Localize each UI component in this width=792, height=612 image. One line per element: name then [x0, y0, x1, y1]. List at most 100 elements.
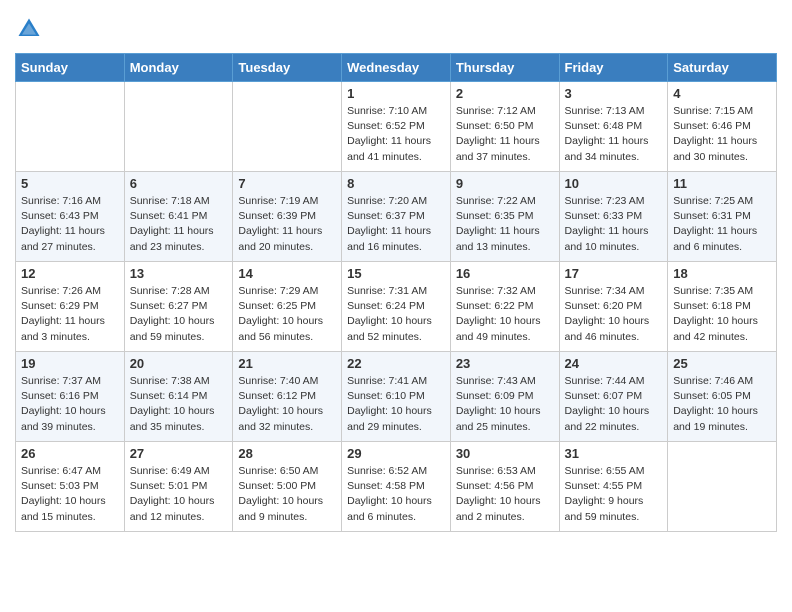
- calendar-cell: 15 Sunrise: 7:31 AMSunset: 6:24 PMDayligh…: [342, 262, 451, 352]
- cell-info: Sunrise: 7:15 AMSunset: 6:46 PMDaylight:…: [673, 104, 771, 165]
- calendar-cell: 23 Sunrise: 7:43 AMSunset: 6:09 PMDayligh…: [450, 352, 559, 442]
- calendar-cell: 12 Sunrise: 7:26 AMSunset: 6:29 PMDayligh…: [16, 262, 125, 352]
- cell-info: Sunrise: 7:34 AMSunset: 6:20 PMDaylight:…: [565, 284, 663, 345]
- logo-icon: [15, 15, 43, 43]
- cell-info: Sunrise: 7:28 AMSunset: 6:27 PMDaylight:…: [130, 284, 228, 345]
- date-number: 21: [238, 356, 336, 371]
- calendar-cell: 24 Sunrise: 7:44 AMSunset: 6:07 PMDayligh…: [559, 352, 668, 442]
- calendar-cell: 3 Sunrise: 7:13 AMSunset: 6:48 PMDaylight…: [559, 82, 668, 172]
- calendar-cell: 30 Sunrise: 6:53 AMSunset: 4:56 PMDayligh…: [450, 442, 559, 532]
- date-number: 5: [21, 176, 119, 191]
- calendar-cell: 11 Sunrise: 7:25 AMSunset: 6:31 PMDayligh…: [668, 172, 777, 262]
- cell-info: Sunrise: 7:31 AMSunset: 6:24 PMDaylight:…: [347, 284, 445, 345]
- cell-info: Sunrise: 7:37 AMSunset: 6:16 PMDaylight:…: [21, 374, 119, 435]
- calendar-cell: [668, 442, 777, 532]
- date-number: 15: [347, 266, 445, 281]
- date-number: 10: [565, 176, 663, 191]
- calendar-cell: 18 Sunrise: 7:35 AMSunset: 6:18 PMDayligh…: [668, 262, 777, 352]
- cell-info: Sunrise: 7:20 AMSunset: 6:37 PMDaylight:…: [347, 194, 445, 255]
- date-number: 26: [21, 446, 119, 461]
- calendar-cell: 4 Sunrise: 7:15 AMSunset: 6:46 PMDaylight…: [668, 82, 777, 172]
- calendar-cell: 14 Sunrise: 7:29 AMSunset: 6:25 PMDayligh…: [233, 262, 342, 352]
- cell-info: Sunrise: 7:10 AMSunset: 6:52 PMDaylight:…: [347, 104, 445, 165]
- date-number: 28: [238, 446, 336, 461]
- calendar-cell: 31Sunrise: 6:55 AMSunset: 4:55 PMDayligh…: [559, 442, 668, 532]
- calendar-cell: 28 Sunrise: 6:50 AMSunset: 5:00 PMDayligh…: [233, 442, 342, 532]
- day-header-friday: Friday: [559, 54, 668, 82]
- calendar-cell: 1 Sunrise: 7:10 AMSunset: 6:52 PMDaylight…: [342, 82, 451, 172]
- cell-info: Sunrise: 6:52 AMSunset: 4:58 PMDaylight:…: [347, 464, 445, 525]
- cell-info: Sunrise: 7:22 AMSunset: 6:35 PMDaylight:…: [456, 194, 554, 255]
- calendar-cell: 22 Sunrise: 7:41 AMSunset: 6:10 PMDayligh…: [342, 352, 451, 442]
- calendar-cell: 9 Sunrise: 7:22 AMSunset: 6:35 PMDaylight…: [450, 172, 559, 262]
- cell-info: Sunrise: 7:13 AMSunset: 6:48 PMDaylight:…: [565, 104, 663, 165]
- calendar-cell: [16, 82, 125, 172]
- date-number: 16: [456, 266, 554, 281]
- date-number: 2: [456, 86, 554, 101]
- date-number: 8: [347, 176, 445, 191]
- cell-info: Sunrise: 6:47 AMSunset: 5:03 PMDaylight:…: [21, 464, 119, 525]
- cell-info: Sunrise: 7:38 AMSunset: 6:14 PMDaylight:…: [130, 374, 228, 435]
- calendar-cell: 5 Sunrise: 7:16 AMSunset: 6:43 PMDaylight…: [16, 172, 125, 262]
- day-header-wednesday: Wednesday: [342, 54, 451, 82]
- day-header-monday: Monday: [124, 54, 233, 82]
- date-number: 23: [456, 356, 554, 371]
- date-number: 20: [130, 356, 228, 371]
- calendar-cell: [124, 82, 233, 172]
- calendar-cell: 16 Sunrise: 7:32 AMSunset: 6:22 PMDayligh…: [450, 262, 559, 352]
- calendar-cell: 25 Sunrise: 7:46 AMSunset: 6:05 PMDayligh…: [668, 352, 777, 442]
- cell-info: Sunrise: 7:40 AMSunset: 6:12 PMDaylight:…: [238, 374, 336, 435]
- date-number: 25: [673, 356, 771, 371]
- calendar-cell: 29Sunrise: 6:52 AMSunset: 4:58 PMDayligh…: [342, 442, 451, 532]
- cell-info: Sunrise: 7:44 AMSunset: 6:07 PMDaylight:…: [565, 374, 663, 435]
- calendar-cell: [233, 82, 342, 172]
- calendar-cell: 26 Sunrise: 6:47 AMSunset: 5:03 PMDayligh…: [16, 442, 125, 532]
- date-number: 12: [21, 266, 119, 281]
- cell-info: Sunrise: 7:12 AMSunset: 6:50 PMDaylight:…: [456, 104, 554, 165]
- date-number: 14: [238, 266, 336, 281]
- calendar-cell: 8 Sunrise: 7:20 AMSunset: 6:37 PMDaylight…: [342, 172, 451, 262]
- cell-info: Sunrise: 7:16 AMSunset: 6:43 PMDaylight:…: [21, 194, 119, 255]
- calendar-cell: 7Sunrise: 7:19 AMSunset: 6:39 PMDaylight…: [233, 172, 342, 262]
- date-number: 31: [565, 446, 663, 461]
- date-number: 11: [673, 176, 771, 191]
- date-number: 19: [21, 356, 119, 371]
- calendar-cell: 27 Sunrise: 6:49 AMSunset: 5:01 PMDayligh…: [124, 442, 233, 532]
- cell-info: Sunrise: 7:26 AMSunset: 6:29 PMDaylight:…: [21, 284, 119, 345]
- cell-info: Sunrise: 7:35 AMSunset: 6:18 PMDaylight:…: [673, 284, 771, 345]
- day-header-thursday: Thursday: [450, 54, 559, 82]
- cell-info: Sunrise: 7:41 AMSunset: 6:10 PMDaylight:…: [347, 374, 445, 435]
- calendar-cell: 20 Sunrise: 7:38 AMSunset: 6:14 PMDayligh…: [124, 352, 233, 442]
- cell-info: Sunrise: 7:43 AMSunset: 6:09 PMDaylight:…: [456, 374, 554, 435]
- date-number: 24: [565, 356, 663, 371]
- date-number: 27: [130, 446, 228, 461]
- cell-info: Sunrise: 7:29 AMSunset: 6:25 PMDaylight:…: [238, 284, 336, 345]
- date-number: 3: [565, 86, 663, 101]
- cell-info: Sunrise: 6:49 AMSunset: 5:01 PMDaylight:…: [130, 464, 228, 525]
- calendar-cell: 21 Sunrise: 7:40 AMSunset: 6:12 PMDayligh…: [233, 352, 342, 442]
- calendar-cell: 17Sunrise: 7:34 AMSunset: 6:20 PMDayligh…: [559, 262, 668, 352]
- logo: [15, 15, 47, 43]
- calendar-cell: 6 Sunrise: 7:18 AMSunset: 6:41 PMDaylight…: [124, 172, 233, 262]
- date-number: 9: [456, 176, 554, 191]
- cell-info: Sunrise: 7:25 AMSunset: 6:31 PMDaylight:…: [673, 194, 771, 255]
- cell-info: Sunrise: 6:53 AMSunset: 4:56 PMDaylight:…: [456, 464, 554, 525]
- date-number: 30: [456, 446, 554, 461]
- date-number: 22: [347, 356, 445, 371]
- calendar-table: SundayMondayTuesdayWednesdayThursdayFrid…: [15, 53, 777, 532]
- cell-info: Sunrise: 7:23 AMSunset: 6:33 PMDaylight:…: [565, 194, 663, 255]
- cell-info: Sunrise: 6:50 AMSunset: 5:00 PMDaylight:…: [238, 464, 336, 525]
- cell-info: Sunrise: 7:32 AMSunset: 6:22 PMDaylight:…: [456, 284, 554, 345]
- day-header-saturday: Saturday: [668, 54, 777, 82]
- calendar-cell: 13 Sunrise: 7:28 AMSunset: 6:27 PMDayligh…: [124, 262, 233, 352]
- cell-info: Sunrise: 7:18 AMSunset: 6:41 PMDaylight:…: [130, 194, 228, 255]
- cell-info: Sunrise: 7:46 AMSunset: 6:05 PMDaylight:…: [673, 374, 771, 435]
- date-number: 18: [673, 266, 771, 281]
- date-number: 13: [130, 266, 228, 281]
- date-number: 6: [130, 176, 228, 191]
- page-header: [15, 15, 777, 43]
- day-header-tuesday: Tuesday: [233, 54, 342, 82]
- date-number: 1: [347, 86, 445, 101]
- date-number: 4: [673, 86, 771, 101]
- cell-info: Sunrise: 7:19 AMSunset: 6:39 PMDaylight:…: [238, 194, 336, 255]
